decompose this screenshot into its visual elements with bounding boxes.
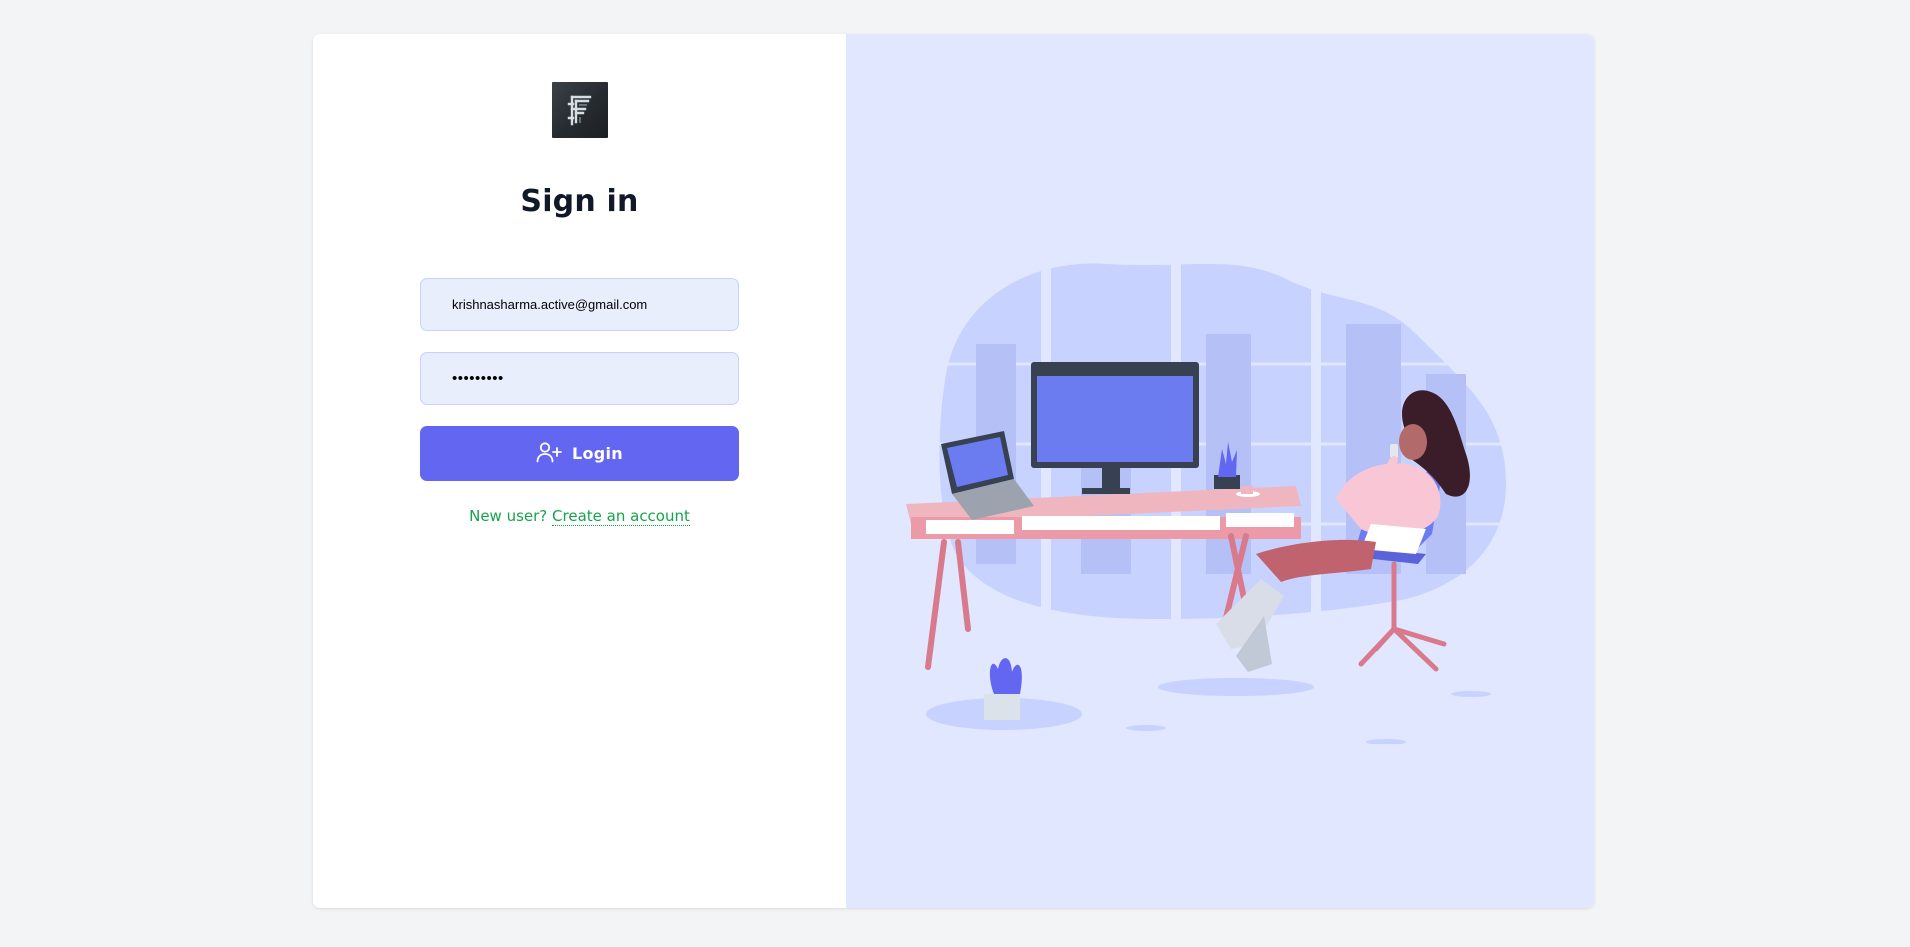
signin-card: Sign in Login New user? Create an accoun… [313, 34, 1594, 908]
signup-prompt: New user? Create an account [313, 507, 846, 526]
email-field[interactable] [420, 278, 739, 331]
user-plus-icon [536, 441, 562, 467]
login-label: Login [571, 444, 623, 463]
workspace-illustration [906, 224, 1546, 748]
login-button[interactable]: Login [420, 426, 739, 481]
page-title: Sign in [520, 184, 639, 219]
signin-panel: Sign in Login New user? Create an accoun… [313, 34, 846, 908]
app-logo [552, 82, 608, 138]
create-account-link[interactable]: Create an account [552, 507, 690, 526]
new-user-text: New user? [469, 507, 548, 525]
password-field[interactable] [420, 352, 739, 405]
illustration-panel [846, 34, 1594, 908]
